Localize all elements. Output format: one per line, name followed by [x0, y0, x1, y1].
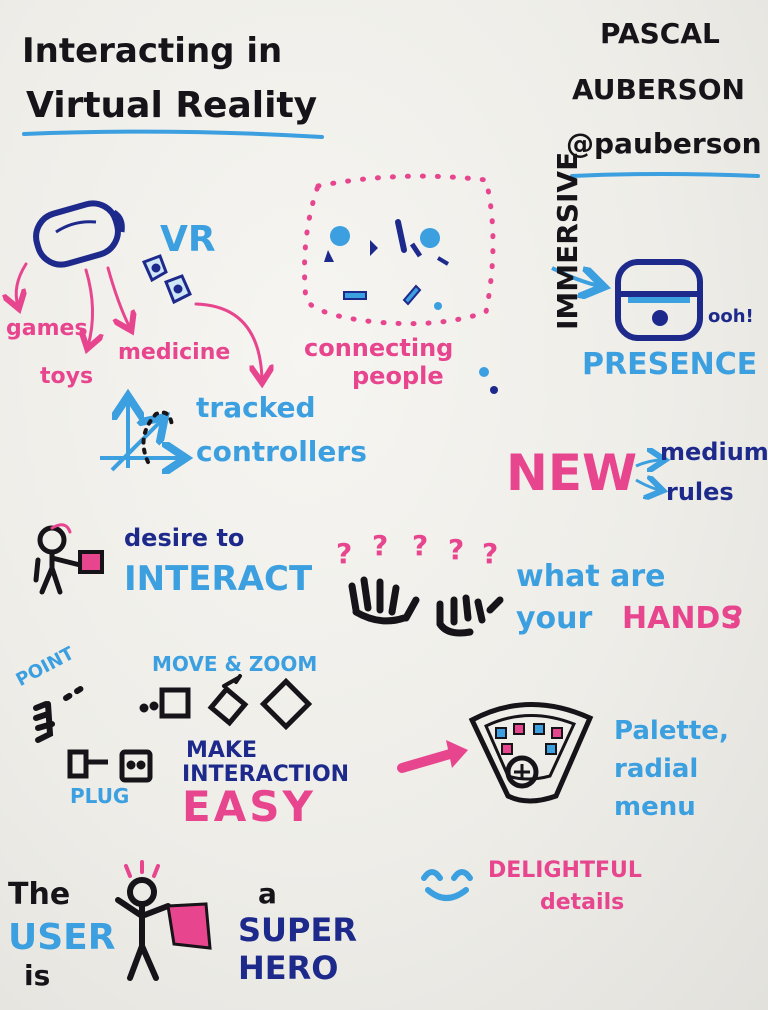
make-label: MAKE [186, 738, 257, 763]
speaker-last-name: AUBERSON [572, 73, 745, 106]
new-label: NEW [506, 444, 638, 502]
move-zoom-label: MOVE & ZOOM [152, 652, 318, 676]
connecting-line-2: people [352, 362, 444, 390]
tracking-axes-icon [100, 400, 182, 470]
the-label: The [8, 877, 71, 912]
vr-label: VR [160, 219, 216, 260]
controllers-label: controllers [196, 435, 367, 468]
delightful-line-2: details [540, 890, 625, 915]
new-rules: rules [666, 478, 734, 506]
plug-label: PLUG [70, 784, 130, 808]
desire-label: desire to [124, 524, 245, 552]
plug-icon [70, 752, 150, 780]
tracked-label: tracked [196, 391, 316, 424]
new-medium: medium [660, 438, 768, 466]
hands-question-mark: ? [726, 601, 744, 636]
new-arrows [636, 460, 662, 490]
palette-radial-menu-icon [472, 704, 590, 801]
question-mark-1: ? [336, 537, 353, 570]
vr-headset-icon [30, 198, 123, 271]
person-reaching-icon [36, 525, 102, 592]
point-gesture-icon [36, 688, 82, 740]
question-mark-5: ? [482, 537, 499, 570]
palette-line-1: Palette, [614, 716, 729, 746]
immersive-label: IMMERSIVE [551, 151, 584, 330]
hands-question-line-2: your [516, 601, 593, 636]
delightful-line-1: DELIGHTFUL [488, 858, 642, 883]
question-mark-4: ? [448, 533, 465, 566]
easy-label: EASY [182, 782, 316, 831]
use-medicine: medicine [118, 340, 231, 365]
presence-headset-icon [618, 262, 700, 338]
hero-label: HERO [238, 949, 339, 987]
presence-label: PRESENCE [582, 347, 758, 382]
use-games: games [6, 316, 88, 341]
interact-label: INTERACT [124, 559, 313, 599]
superhero-figure-icon [118, 862, 210, 978]
handle-underline [572, 174, 758, 176]
is-label: is [24, 959, 51, 992]
palette-line-3: menu [614, 792, 696, 822]
move-zoom-shapes [142, 676, 309, 727]
sketchnote-canvas: Interacting in Virtual Reality PASCAL AU… [0, 0, 768, 1010]
title-underline [24, 132, 322, 137]
palette-line-2: radial [614, 754, 699, 784]
user-label: USER [8, 917, 116, 958]
question-mark-2: ? [372, 529, 389, 562]
title-line-2: Virtual Reality [26, 85, 318, 126]
smiley-icon [424, 872, 470, 898]
arrow-to-palette [402, 740, 468, 768]
hands-question-line-1: what are [516, 559, 666, 594]
a-label: a [258, 877, 277, 910]
controllers-icon [144, 256, 190, 302]
hands-label: HANDS [622, 601, 742, 636]
title-line-1: Interacting in [22, 31, 283, 71]
question-mark-3: ? [412, 529, 429, 562]
hands-illustration [352, 580, 500, 633]
connecting-line-1: connecting [304, 334, 454, 362]
presence-exclaim: ooh! [708, 306, 754, 327]
speaker-handle: @pauberson [566, 127, 762, 160]
super-label: SUPER [238, 911, 357, 949]
speaker-first-name: PASCAL [600, 17, 720, 50]
use-toys: toys [40, 364, 94, 389]
